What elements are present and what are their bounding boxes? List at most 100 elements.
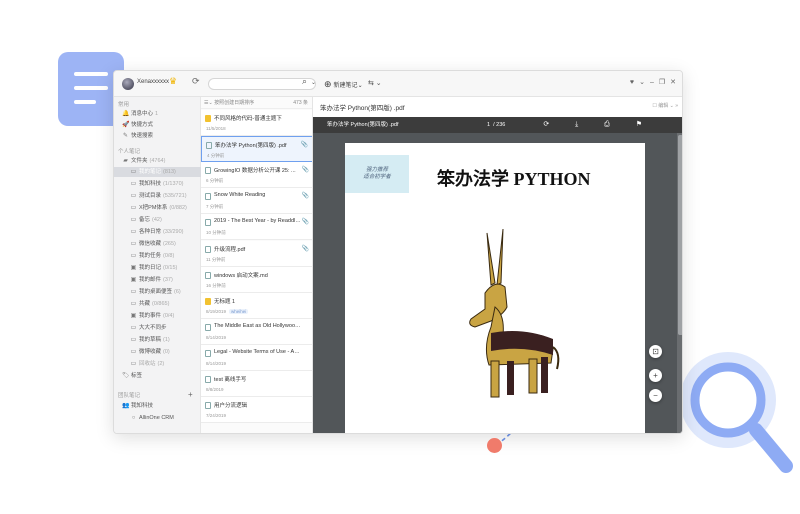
sidebar-item-folder[interactable]: ▣ 我的邮件 (37) [114,275,201,285]
attachment-icon: 📎 [301,219,309,226]
sidebar-item-messages[interactable]: 🔔 消息中心 1 [114,109,201,119]
heart-icon[interactable]: ♥ [630,79,634,86]
edit-button[interactable]: ☐ 编辑 ⌄ » [652,102,678,109]
team-icon: 👥 [122,403,130,409]
note-title: test 离线手写 [214,377,247,383]
sidebar-item-folder[interactable]: ▭ 大大不同步 [114,323,201,333]
section-team: 团队笔记 [118,393,141,399]
trash-icon: ▭ [130,361,137,367]
note-date: 8/19/2019 [206,308,227,314]
document-icon [205,323,211,331]
sidebar-item-folder[interactable]: ▭ 我的草稿 (1) [114,335,201,345]
sidebar-item-folder[interactable]: ▭ 测试目录 (535/721) [114,191,201,201]
donkey-illustration [469,228,560,398]
minimize-button[interactable]: – [650,79,654,86]
sidebar-item-folder[interactable]: ▭ 我的任务 (0/8) [114,251,201,261]
pdf-canvas[interactable]: 强力推荐 适合初学者 笨办法学 PYTHON ⊡ + − [313,133,682,433]
note-date: 16 分钟前 [206,282,226,288]
avatar[interactable] [122,78,134,90]
sidebar-item-team[interactable]: 👥 我知科技 [114,401,201,411]
folder-icon: ▭ [130,253,137,259]
zoom-in-button[interactable]: + [649,369,662,382]
fit-page-button[interactable]: ⊡ [649,345,662,358]
note-list-item[interactable]: 2019 - The Best Year - by Readdle... 10 分… [201,214,312,241]
note-meta: 8/14/2019 [206,335,226,340]
sidebar-item-folder[interactable]: ▭ 各种日常 (33/290) [114,227,201,237]
scroll-thumb[interactable] [678,135,682,335]
note-title: GrowingIO 数据分析公开课 25: ... [214,168,296,175]
event-icon: ▣ [130,313,137,319]
note-title: 用户分流逻辑 [214,403,248,410]
sidebar-item-folder[interactable]: ▭ 共藏 (0/865) [114,299,201,309]
chevron-down-icon[interactable]: ⌄ [639,79,645,86]
recommend-badge: 强力推荐 适合初学者 [345,155,409,193]
sidebar-item-my-notes[interactable]: ▭ 我的笔记 (813) [114,167,201,177]
maximize-button[interactable]: ❐ [659,79,665,86]
note-tag[interactable]: wheihei [229,308,249,314]
note-date: 6 分钟前 [206,178,224,184]
note-list-item[interactable]: 无标题 1 8/19/2019 wheihei [201,292,312,319]
sidebar-item-folder[interactable]: ▭ 我知科技 (1/1370) [114,179,201,189]
document-icon [206,142,212,150]
sidebar-item-folders[interactable]: ▰ 文件夹 (4764) [114,156,201,166]
note-title: Snow White Reading [214,192,266,199]
note-meta: 16 分钟前 [206,283,226,289]
section-common: 常用 [118,102,130,108]
search-icon[interactable]: ⌕ [302,77,307,86]
sort-button[interactable]: ☰⌄ 按照创建日期排序 [204,97,254,109]
sidebar-item-crm[interactable]: ○ AllinOne CRM [114,413,201,423]
note-date: 7 分钟前 [206,204,224,210]
note-list-item[interactable]: Snow White Reading 7 分钟前 📎 [201,188,312,215]
note-list-item[interactable]: Legal - Website Terms of Use - Apple 8/14… [201,344,312,371]
mail-icon: ▣ [130,277,137,283]
sidebar-item-folder[interactable]: ▣ 我的事件 (0/4) [114,311,201,321]
sidebar-item-folder[interactable]: ▭ 微博收藏 (0) [114,347,201,357]
note-date: 8/8/2019 [206,387,224,392]
folder-icon: ▭ [130,325,137,331]
zoom-out-button[interactable]: − [649,389,662,402]
note-title[interactable]: 笨办法学 Python(第四版) .pdf [320,102,405,112]
sidebar-item-folder[interactable]: ▭ 我的桌面便签 (6) [114,287,201,297]
page-indicator[interactable]: 1 / 236 [487,117,505,133]
sidebar-item-quick-search[interactable]: ✎ 快速搜索 [114,131,201,141]
sync-icon[interactable]: ⟳ [192,77,200,86]
document-icon [205,349,211,357]
close-button[interactable]: ✕ [670,79,676,86]
folder-icon: ▭ [130,349,137,355]
note-date: 11/5/2018 [206,126,226,131]
new-note-label: 新建笔记 [333,83,358,89]
add-team-button[interactable]: + [188,390,193,399]
username[interactable]: Xenaxxxxxx [137,79,169,85]
note-list-item[interactable]: test 离线手写 8/8/2019 [201,371,312,397]
sidebar-item-tags[interactable]: 🏷标签 [114,371,201,381]
sync-button[interactable]: ⇆ ⌄ [368,78,382,90]
folder-icon: ▭ [130,193,137,199]
folder-icon: ▭ [130,169,137,175]
note-list-item[interactable]: 笨办法学 Python(第四版) .pdf 4 分钟前 📎 [201,136,312,163]
note-title: 不同风格的代码-普通主题下 [214,116,282,122]
pdf-scrollbar[interactable] [677,133,682,433]
document-icon [205,376,211,383]
note-list-item[interactable]: GrowingIO 数据分析公开课 25: ... 6 分钟前 📎 [201,162,312,189]
sidebar-item-folder[interactable]: ▭ 备忘 (42) [114,215,201,225]
new-note-button[interactable]: ⊕ 新建笔记⌄ [324,78,363,92]
note-title: The Middle East as Old Hollywood Sa... [214,322,302,329]
note-list-item[interactable]: 升级流程.pdf 11 分钟前 📎 [201,240,312,267]
window-controls: ♥ ⌄ – ❐ ✕ [625,78,676,88]
note-meta: 7 分钟前 [206,204,223,210]
search-input[interactable] [208,78,316,90]
folder-icon: ▰ [123,158,128,164]
note-list-item[interactable]: 不同风格的代码-普通主题下 11/5/2018 [201,110,312,136]
note-list-item[interactable]: 用户分流逻辑 7/24/2019 [201,397,312,424]
sidebar-item-folder[interactable]: ▣ 我的日记 (0/15) [114,263,201,273]
sidebar-item-shortcuts[interactable]: 🚀 快捷方式 [114,120,201,130]
sidebar-item-folder[interactable]: ▭ 微信收藏 (265) [114,239,201,249]
note-list-item[interactable]: The Middle East as Old Hollywood Sa... 8/… [201,318,312,345]
note-list-item[interactable]: windows 启动文案.md 16 分钟前 [201,266,312,293]
pdf-toolbar-icons[interactable]: ⟳ ⤓ ⎙ ⚑ [543,117,654,133]
book-title: 笨办法学 PYTHON [437,169,591,189]
sidebar-item-folder[interactable]: ▭ X把PM体系 (0/882) [114,203,201,213]
app-window: Xenaxxxxxx ♛ ⟳ ⌕ ⌄ ⊕ 新建笔记⌄ ⇆ ⌄ ♥ ⌄ – ❐ ✕ 常用 🔔… [113,70,683,434]
sidebar-item-trash[interactable]: ▭ 回收站 (2) [114,359,201,369]
search-dropdown-icon[interactable]: ⌄ [311,79,316,86]
